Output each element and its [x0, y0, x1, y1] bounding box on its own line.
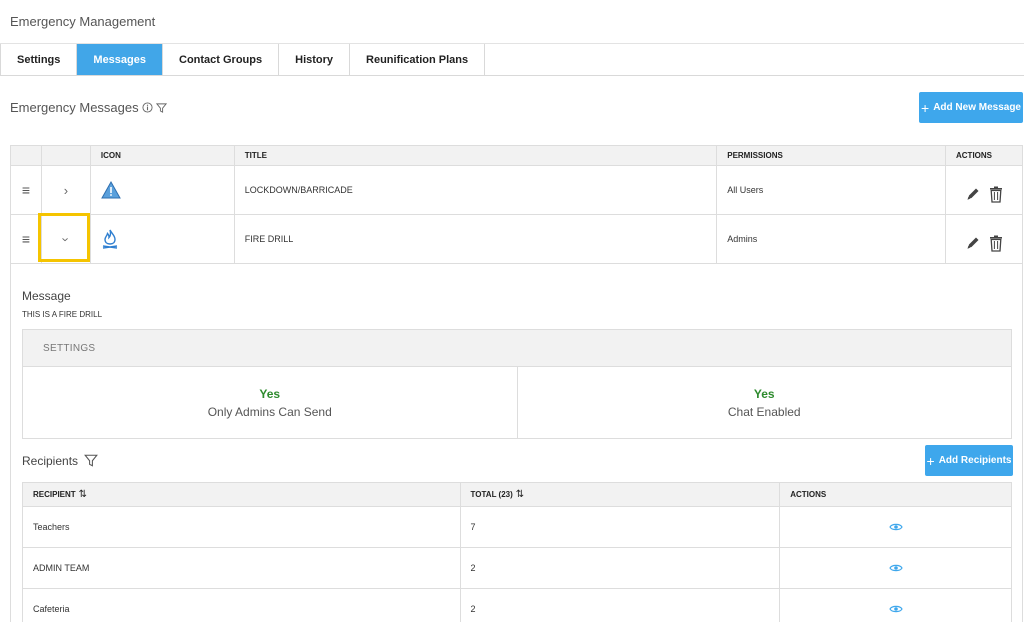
eye-icon[interactable] [888, 522, 903, 532]
message-permissions: Admins [716, 214, 946, 264]
recipient-name: Cafeteria [22, 588, 461, 622]
message-icon-cell [89, 165, 235, 215]
warning-triangle-icon [101, 181, 121, 199]
row-actions [945, 165, 1023, 215]
column-actions: ACTIONS [945, 145, 1023, 166]
tab-settings[interactable]: Settings [0, 44, 78, 75]
emergency-messages-title: Emergency Messages [10, 100, 167, 115]
add-new-message-label: Add New Message [933, 102, 1021, 113]
recipient-total: 2 [459, 588, 781, 622]
expand-toggle[interactable]: › [40, 165, 91, 215]
section-title-text: Emergency Messages [10, 100, 139, 115]
chevron-right-icon: › [63, 182, 69, 198]
tab-history[interactable]: History [279, 44, 351, 75]
add-recipients-label: Add Recipients [938, 455, 1012, 466]
drag-handle-icon: ≡ [21, 231, 31, 247]
tab-bar: Settings Messages Contact Groups History… [0, 44, 1024, 76]
recipient-total: 2 [459, 547, 781, 589]
column-recipient[interactable]: RECIPIENT ⇅ [22, 482, 461, 507]
add-recipients-button[interactable]: + Add Recipients [925, 445, 1013, 476]
column-total-label: TOTAL (23) [470, 490, 513, 499]
recipient-actions [779, 506, 1012, 548]
tab-messages[interactable]: Messages [77, 44, 163, 75]
message-icon-cell [89, 214, 235, 264]
column-actions: ACTIONS [779, 482, 1012, 507]
table-row: Teachers 7 [22, 506, 1012, 548]
plus-icon: + [921, 99, 930, 116]
message-title: FIRE DRILL [233, 214, 718, 264]
settings-box: SETTINGS Yes Only Admins Can Send Yes Ch… [22, 329, 1012, 439]
recipients-table-header: RECIPIENT ⇅ TOTAL (23) ⇅ ACTIONS [22, 482, 1012, 507]
app-header: Emergency Management [0, 0, 1024, 44]
setting-label: Only Admins Can Send [207, 405, 332, 419]
drag-handle-icon: ≡ [21, 182, 31, 198]
setting-label: Chat Enabled [727, 405, 801, 419]
filter-icon[interactable] [84, 453, 98, 468]
eye-icon[interactable] [888, 563, 903, 573]
fire-icon [101, 229, 119, 249]
setting-value: Yes [753, 387, 775, 401]
column-permissions: PERMISSIONS [716, 145, 946, 166]
table-row: Cafeteria 2 [22, 588, 1012, 622]
recipients-title: Recipients [22, 453, 98, 468]
recipients-table: RECIPIENT ⇅ TOTAL (23) ⇅ ACTIONS Teachers … [22, 482, 1012, 622]
eye-icon[interactable] [888, 604, 903, 614]
plus-icon: + [926, 452, 935, 469]
drag-handle[interactable]: ≡ [10, 165, 42, 215]
message-permissions: All Users [716, 165, 946, 215]
edit-pencil-icon[interactable] [965, 235, 981, 251]
recipient-actions [779, 588, 1012, 622]
table-row: ≡ › FIRE DRILL Admins [10, 214, 1023, 264]
settings-header: SETTINGS [23, 330, 1011, 367]
sort-icon: ⇅ [515, 489, 525, 500]
expand-toggle[interactable]: › [40, 214, 91, 264]
chevron-down-icon: › [58, 236, 74, 242]
message-title: LOCKDOWN/BARRICADE [233, 165, 718, 215]
messages-table: ICON TITLE PERMISSIONS ACTIONS ≡ › LOCKD… [10, 145, 1023, 264]
message-label: Message [22, 289, 71, 303]
message-text: THIS IS A FIRE DRILL [22, 310, 103, 319]
add-new-message-button[interactable]: + Add New Message [919, 92, 1023, 123]
info-icon[interactable] [142, 102, 153, 113]
row-actions [945, 214, 1023, 264]
drag-handle[interactable]: ≡ [10, 214, 42, 264]
settings-body: Yes Only Admins Can Send Yes Chat Enable… [23, 367, 1011, 439]
setting-only-admins-can-send: Yes Only Admins Can Send [23, 367, 517, 439]
column-recipient-label: RECIPIENT [33, 490, 76, 499]
table-row: ≡ › LOCKDOWN/BARRICADE All Users [10, 165, 1023, 215]
tab-contact-groups[interactable]: Contact Groups [163, 44, 280, 75]
trash-icon[interactable] [989, 235, 1003, 252]
column-icon: ICON [89, 145, 235, 166]
recipient-total: 7 [459, 506, 781, 548]
recipient-name: Teachers [22, 506, 461, 548]
messages-table-header: ICON TITLE PERMISSIONS ACTIONS [10, 145, 1023, 166]
trash-icon[interactable] [989, 186, 1003, 203]
table-row: ADMIN TEAM 2 [22, 547, 1012, 589]
recipient-actions [779, 547, 1012, 589]
message-detail-panel: Message THIS IS A FIRE DRILL SETTINGS Ye… [10, 263, 1023, 622]
edit-pencil-icon[interactable] [965, 186, 981, 202]
recipient-name: ADMIN TEAM [22, 547, 461, 589]
tab-reunification-plans[interactable]: Reunification Plans [350, 44, 486, 75]
recipients-title-text: Recipients [22, 453, 79, 468]
filter-icon[interactable] [155, 102, 167, 114]
setting-value: Yes [259, 387, 281, 401]
column-title: TITLE [233, 145, 718, 166]
sort-icon: ⇅ [78, 489, 88, 500]
setting-chat-enabled: Yes Chat Enabled [516, 367, 1012, 439]
app-title: Emergency Management [10, 14, 156, 29]
column-total[interactable]: TOTAL (23) ⇅ [459, 482, 781, 507]
